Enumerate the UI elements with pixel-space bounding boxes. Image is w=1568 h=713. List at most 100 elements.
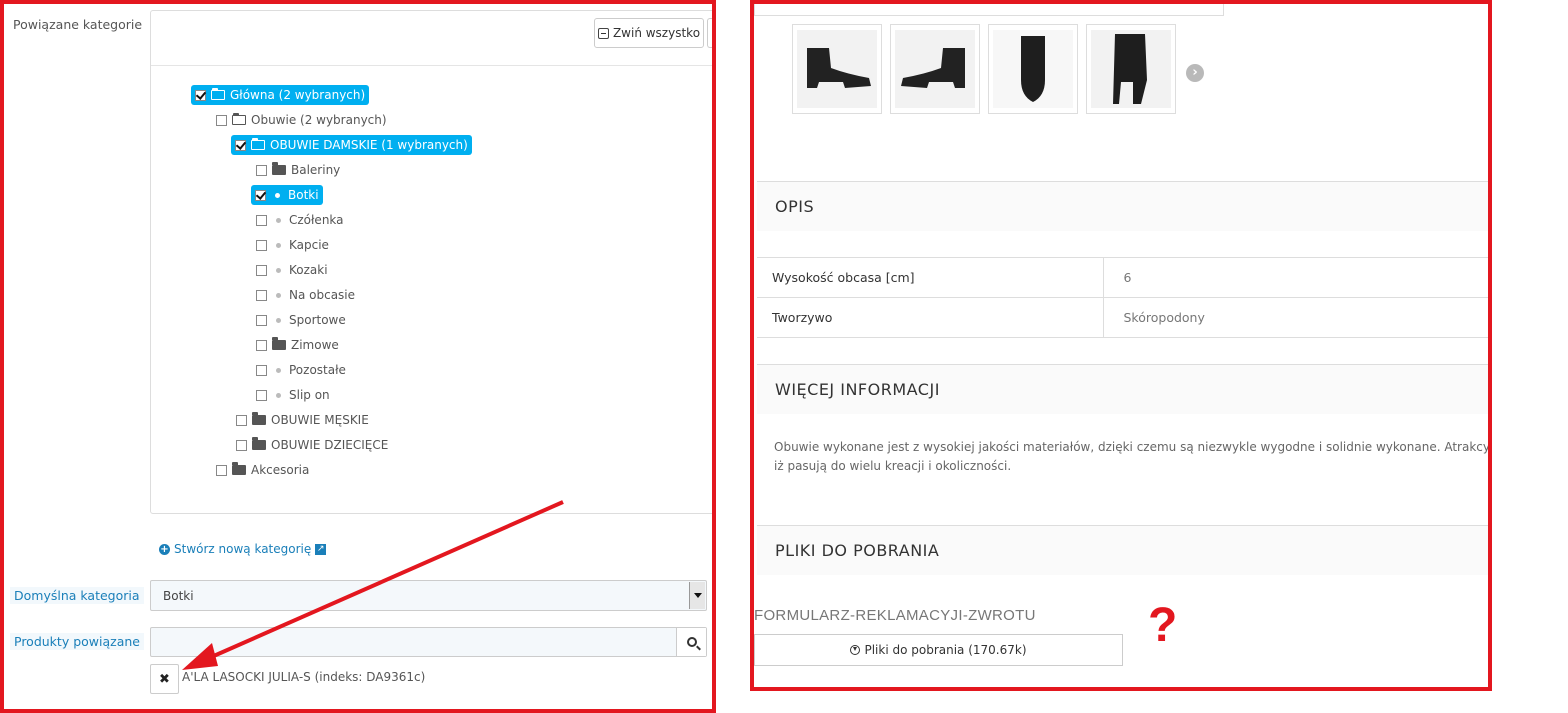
tree-node-label: Pozostałe [289, 363, 346, 377]
tree-node[interactable]: Baleriny [256, 160, 340, 180]
category-checkbox[interactable] [235, 139, 246, 151]
product-specs-table: Wysokość obcasa [cm] 6 Tworzywo Skóropod… [757, 257, 1488, 338]
tree-node-label: Główna (2 wybranych) [230, 88, 366, 102]
remove-related-product-button[interactable]: ✖ [150, 664, 179, 694]
folder-open-icon [211, 88, 225, 100]
bullet-icon [276, 242, 281, 248]
folder-icon [252, 412, 266, 425]
category-checkbox[interactable] [256, 264, 267, 276]
expand-all-button-edge[interactable] [707, 18, 712, 48]
tree-node[interactable]: Czółenka [256, 210, 344, 230]
collapse-all-button[interactable]: Zwiń wszystko [594, 18, 704, 48]
tree-node[interactable]: OBUWIE MĘSKIE [236, 410, 369, 430]
tree-node-label: Kapcie [289, 238, 329, 252]
category-checkbox[interactable] [216, 114, 227, 126]
category-checkbox[interactable] [256, 214, 267, 226]
download-file-button[interactable]: Pliki do pobrania (170.67k) [754, 634, 1123, 666]
spec-value: 6 [1103, 257, 1488, 298]
category-checkbox[interactable] [256, 289, 267, 301]
close-icon: ✖ [159, 671, 170, 687]
tree-node[interactable]: Slip on [256, 385, 330, 405]
boot-image [797, 30, 877, 108]
tree-node-label: OBUWIE DZIECIĘCE [271, 438, 389, 452]
category-checkbox[interactable] [195, 89, 206, 101]
category-checkbox[interactable] [256, 164, 267, 176]
bullet-icon [276, 317, 281, 323]
attachment-file-name: FORMULARZ-REKLAMACYJI-ZWROTU [754, 607, 1036, 624]
boot-image [993, 30, 1073, 108]
table-row: Wysokość obcasa [cm] 6 [757, 257, 1488, 298]
section-more-info-title: WIĘCEJ INFORMACJI [775, 380, 940, 399]
tree-node-label: Akcesoria [251, 463, 310, 477]
create-category-link[interactable]: + Stwórz nową kategorię ↗ [159, 542, 327, 556]
category-tree-box: Zwiń wszystko Główna (2 wybranych) Obuwie… [150, 10, 712, 514]
section-downloads-header[interactable]: PLIKI DO POBRANIA [757, 525, 1488, 575]
product-thumbnail[interactable] [988, 24, 1078, 114]
category-checkbox[interactable] [256, 314, 267, 326]
main-image-frame [754, 4, 1224, 16]
tree-node[interactable]: Botki [251, 185, 323, 205]
tree-node-label: OBUWIE MĘSKIE [271, 413, 369, 427]
tree-toolbar: Zwiń wszystko [151, 11, 712, 66]
category-checkbox[interactable] [216, 464, 227, 476]
bullet-icon [276, 292, 281, 298]
default-category-select[interactable]: Botki [150, 580, 707, 611]
category-checkbox[interactable] [236, 414, 247, 426]
category-checkbox[interactable] [236, 439, 247, 451]
tree-node[interactable]: OBUWIE DZIECIĘCE [236, 435, 388, 455]
tree-node[interactable]: Sportowe [256, 310, 346, 330]
folder-open-icon [232, 113, 246, 125]
search-button[interactable] [676, 628, 706, 656]
tree-node-label: Baleriny [291, 163, 341, 177]
tree-node[interactable]: Zimowe [256, 335, 339, 355]
create-category-label: Stwórz nową kategorię [174, 542, 312, 556]
related-product-item: A'LA LASOCKI JULIA-S (indeks: DA9361c) [182, 670, 426, 684]
bullet-icon [276, 392, 281, 398]
spec-key: Wysokość obcasa [cm] [757, 257, 1104, 298]
table-row: Tworzywo Skóropodony [757, 297, 1488, 338]
category-checkbox[interactable] [256, 364, 267, 376]
minus-square-icon [597, 27, 609, 39]
tree-node[interactable]: Na obcasie [256, 285, 355, 305]
tree-node-label: Obuwie (2 wybranych) [251, 113, 387, 127]
folder-icon [272, 162, 286, 175]
product-thumbnail[interactable] [1086, 24, 1176, 114]
tree-node[interactable]: Pozostałe [256, 360, 346, 380]
bullet-icon [275, 192, 280, 198]
tree-node[interactable]: Akcesoria [216, 460, 309, 480]
tree-node[interactable]: Główna (2 wybranych) [191, 85, 370, 105]
tree-node[interactable]: Obuwie (2 wybranych) [216, 110, 387, 130]
tree-node-label: Kozaki [289, 263, 328, 277]
category-checkbox[interactable] [256, 239, 267, 251]
default-category-value: Botki [163, 588, 194, 603]
category-checkbox[interactable] [256, 389, 267, 401]
category-checkbox[interactable] [255, 189, 266, 201]
product-thumbnail[interactable] [792, 24, 882, 114]
section-opis-title: OPIS [775, 197, 815, 216]
spec-value: Skóropodony [1103, 297, 1488, 338]
folder-icon [252, 437, 266, 450]
description-line: Obuwie wykonane jest z wysokiej jakości … [774, 440, 1492, 454]
category-checkbox[interactable] [256, 339, 267, 351]
download-icon [850, 645, 861, 655]
admin-category-panel: Powiązane kategorie Zwiń wszystko Główna… [0, 0, 716, 713]
section-more-info-header[interactable]: WIĘCEJ INFORMACJI [757, 364, 1488, 414]
folder-icon [272, 337, 286, 350]
product-thumbnail[interactable] [890, 24, 980, 114]
related-products-search-input[interactable] [150, 627, 707, 657]
default-category-label: Domyślna kategoria [10, 587, 144, 604]
tree-node-label: Sportowe [289, 313, 346, 327]
related-categories-label: Powiązane kategorie [13, 17, 143, 32]
folder-icon [232, 462, 246, 475]
tree-node-label: Zimowe [291, 338, 339, 352]
dropdown-arrow-icon[interactable] [689, 582, 705, 609]
section-opis-header[interactable]: OPIS [757, 181, 1488, 231]
tree-node[interactable]: Kozaki [256, 260, 328, 280]
tree-node[interactable]: Kapcie [256, 235, 329, 255]
annotation-question-mark: ? [1148, 599, 1178, 652]
tree-node-label: Slip on [289, 388, 330, 402]
next-arrow-icon[interactable]: › [1186, 64, 1204, 82]
description-line: iż pasują do wielu kreacji i okolicznośc… [774, 459, 1012, 473]
download-button-label: Pliki do pobrania (170.67k) [864, 643, 1027, 657]
tree-node[interactable]: OBUWIE DAMSKIE (1 wybranych) [231, 135, 472, 155]
